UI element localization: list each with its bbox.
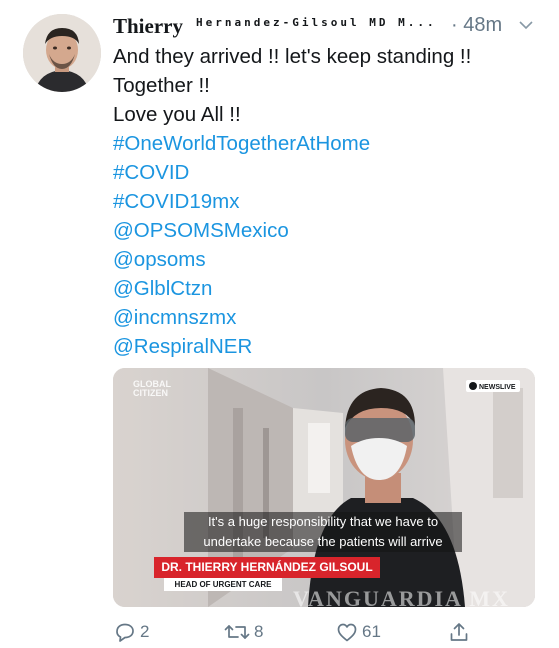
share-button[interactable] (447, 618, 471, 646)
tweet-actions: 2 8 61 (113, 618, 543, 646)
retweet-icon (224, 625, 250, 639)
lower-third-name: DR. THIERRY HERNÁNDEZ GILSOUL (154, 557, 380, 578)
avatar[interactable] (23, 14, 101, 92)
video-thumbnail[interactable]: GLOBAL CITIZEN NEWSLIVE It's a huge resp… (113, 368, 535, 607)
avatar-image (23, 14, 101, 92)
chevron-down-icon[interactable] (517, 16, 535, 39)
caption-line: It's a huge responsibility that we have … (207, 514, 439, 529)
author-handle[interactable]: Hernandez-Gilsoul MD M... (196, 16, 437, 29)
lower-third-title: HEAD OF URGENT CARE (164, 578, 282, 591)
svg-text:NEWSLIVE: NEWSLIVE (479, 384, 516, 391)
tweet-line: Love you All !! (113, 103, 241, 126)
tweet-line: And they arrived !! let's keep standing … (113, 45, 472, 68)
mention-link[interactable]: @GlblCtzn (113, 274, 543, 303)
hashtag-link[interactable]: #COVID (113, 158, 543, 187)
mention-link[interactable]: @incmnszmx (113, 303, 543, 332)
mention-link[interactable]: @opsoms (113, 245, 543, 274)
reply-icon (116, 623, 134, 642)
author-name[interactable]: Thierry (113, 14, 183, 39)
tweet-header: Thierry Hernandez-Gilsoul MD M... · 48m (113, 12, 549, 40)
share-icon (450, 623, 468, 641)
caption-box: It's a huge responsibility that we have … (184, 512, 462, 552)
watermark: VANGUARDIA MX (293, 586, 510, 607)
tweet-line: Together !! (113, 74, 210, 97)
like-icon (337, 623, 357, 642)
like-button[interactable]: 61 (335, 618, 381, 646)
caption-line: undertake because the patients will arri… (203, 534, 443, 549)
mention-link[interactable]: @OPSOMSMexico (113, 216, 543, 245)
mention-link[interactable]: @RespiralNER (113, 332, 543, 361)
retweet-button[interactable]: 8 (223, 618, 263, 646)
like-count: 61 (362, 622, 381, 641)
hashtag-link[interactable]: #COVID19mx (113, 187, 543, 216)
reply-count: 2 (140, 622, 150, 641)
svg-text:CITIZEN: CITIZEN (133, 388, 168, 398)
hashtag-link[interactable]: #OneWorldTogetherAtHome (113, 129, 543, 158)
tweet-text: And they arrived !! let's keep standing … (113, 42, 543, 361)
reply-button[interactable]: 2 (113, 618, 149, 646)
retweet-count: 8 (254, 622, 264, 641)
tweet-timestamp[interactable]: · 48m (451, 14, 502, 37)
